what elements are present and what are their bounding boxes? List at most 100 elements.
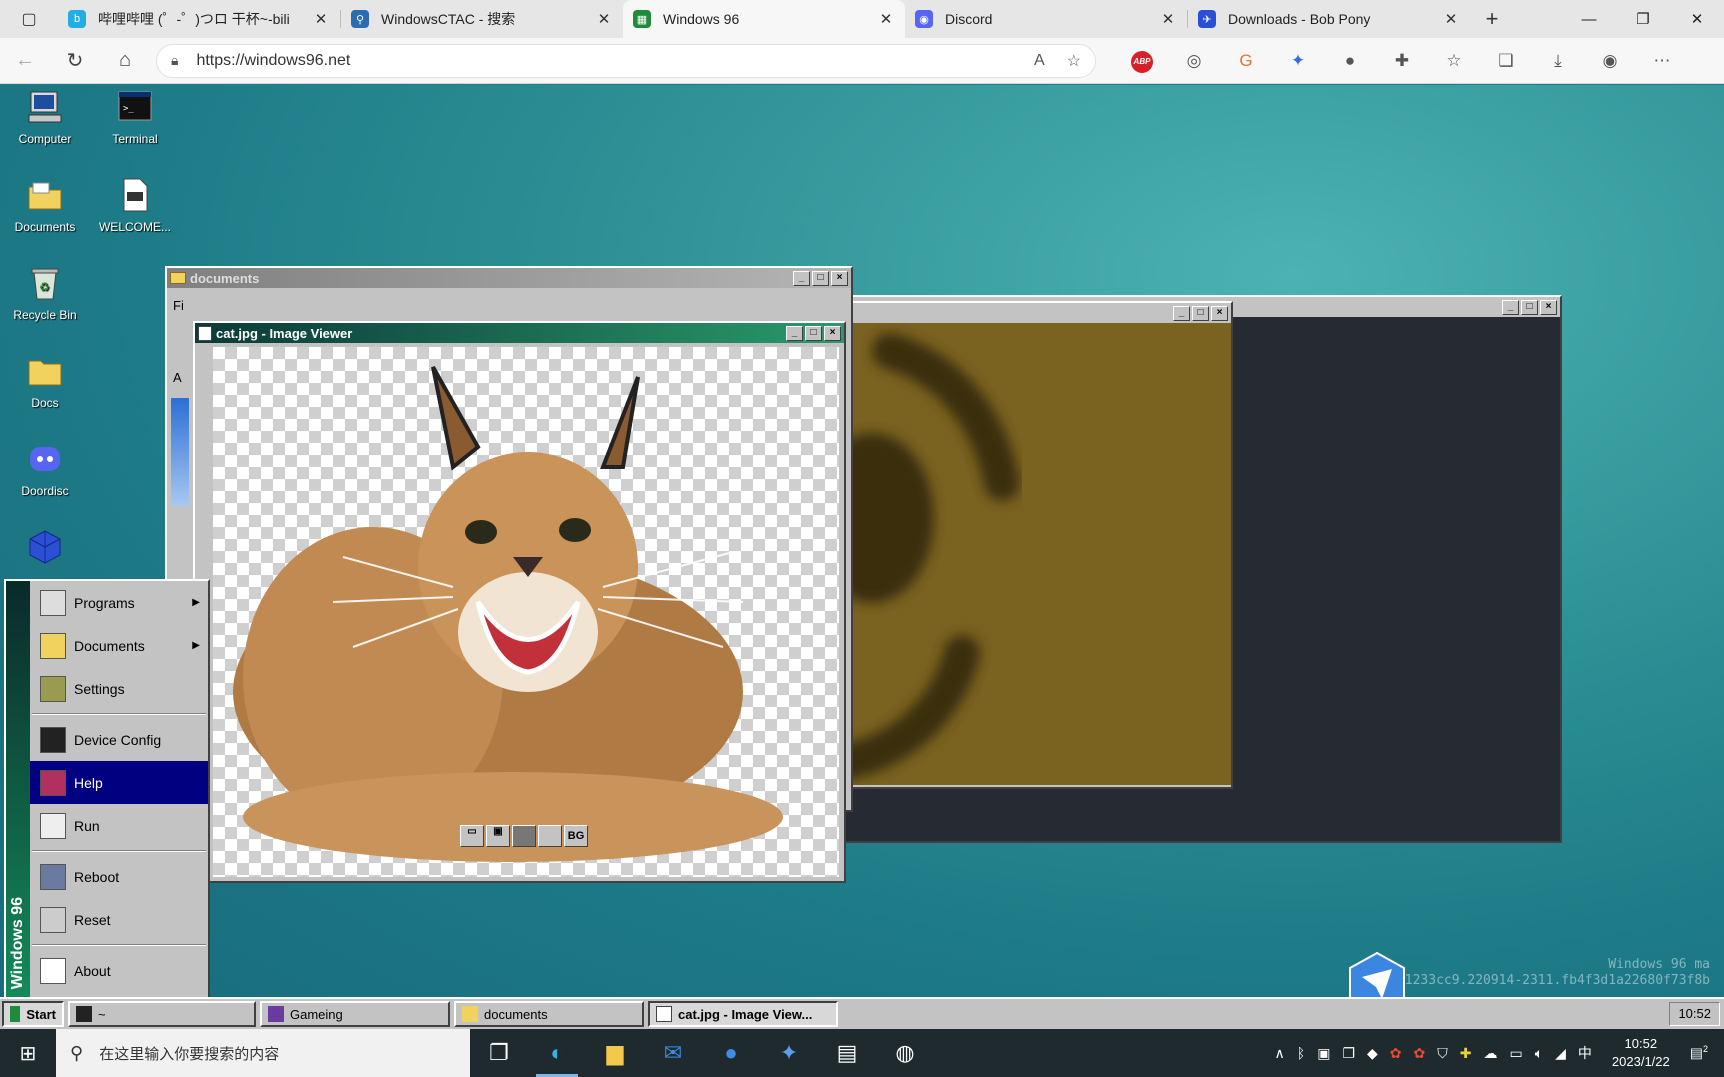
start-item-reset[interactable]: Reset <box>30 898 208 941</box>
task-view-icon[interactable]: ❐ <box>470 1029 528 1077</box>
start-item-settings[interactable]: Settings <box>30 667 208 710</box>
fit-image-button[interactable]: ▭ <box>460 825 484 847</box>
windows-start-icon[interactable]: ⊞ <box>0 1041 56 1066</box>
desktop-icon-terminal[interactable]: >_ Terminal <box>90 89 180 146</box>
tab-discord[interactable]: ◉ Discord ✕ <box>905 0 1187 38</box>
start-button[interactable]: Start <box>2 1001 64 1027</box>
maximize-button[interactable]: □ <box>805 325 822 341</box>
read-aloud-icon[interactable]: A <box>1034 52 1045 70</box>
desktop-icon-cube[interactable] <box>0 529 90 572</box>
downloads-icon[interactable]: ⤓ <box>1532 51 1584 71</box>
tray-app-icon[interactable]: ✿ <box>1414 1045 1426 1062</box>
start-item-about[interactable]: About <box>30 949 208 992</box>
volume-icon[interactable]: 🔈︎ <box>1535 1045 1543 1062</box>
minimize-button[interactable]: _ <box>793 270 810 286</box>
start-item-programs[interactable]: Programs ▶ <box>30 581 208 624</box>
dark-checker-button[interactable] <box>512 825 536 847</box>
app-icon[interactable]: ▤ <box>818 1029 876 1077</box>
desktop-icon-welcome[interactable]: WELCOME... <box>90 177 180 234</box>
extension-icon[interactable]: ● <box>1324 51 1376 71</box>
actual-size-button[interactable]: ▣ <box>486 825 510 847</box>
start-item-reboot[interactable]: Reboot <box>30 855 208 898</box>
back-icon[interactable]: ← <box>0 49 50 72</box>
file-explorer-icon[interactable]: ▆ <box>586 1029 644 1077</box>
ime-indicator[interactable]: 中 <box>1578 1043 1592 1063</box>
tray-app-icon[interactable]: ✚ <box>1460 1045 1472 1062</box>
close-button[interactable]: × <box>1211 305 1228 321</box>
lock-icon[interactable]: 🔒︎ <box>171 52 178 69</box>
maximize-button[interactable]: □ <box>812 270 829 286</box>
url-text[interactable]: https://windows96.net <box>196 52 1012 70</box>
new-tab-button[interactable]: + <box>1470 0 1514 38</box>
favorites-icon[interactable]: ☆ <box>1428 51 1480 71</box>
restore-icon[interactable]: ❐ <box>1616 0 1670 38</box>
edge-browser-icon[interactable]: ◐ <box>528 1029 586 1077</box>
background-button[interactable]: BG <box>564 825 588 847</box>
os-search-box[interactable]: ⚲ 在这里输入你要搜索的内容 <box>56 1029 470 1077</box>
documents-menu[interactable]: Fi <box>173 298 184 313</box>
notification-center-icon[interactable]: ▤2 <box>1690 1044 1708 1062</box>
tray-overflow-icon[interactable]: ∧ <box>1275 1045 1285 1062</box>
tab-bilibili[interactable]: b 哔哩哔哩 (゜-゜)つロ 干杯~-bili ✕ <box>58 0 340 38</box>
add-favorite-icon[interactable]: ☆ <box>1067 51 1081 71</box>
minimize-button[interactable]: _ <box>1502 299 1519 315</box>
image-viewer-window[interactable]: cat.jpg - Image Viewer _ □ × ▭ ▣ BG <box>193 321 846 883</box>
close-tab-icon[interactable]: ✕ <box>312 10 330 28</box>
security-icon[interactable]: ⛉ <box>1437 1045 1448 1062</box>
taskbar-button-image-viewer[interactable]: cat.jpg - Image View... <box>648 1001 838 1027</box>
tab-windows96[interactable]: ▦ Windows 96 ✕ <box>623 0 905 38</box>
bird-app-icon[interactable]: ✦ <box>760 1029 818 1077</box>
onedrive-icon[interactable]: ☁ <box>1483 1045 1497 1062</box>
taskbar-button-documents[interactable]: documents <box>454 1001 644 1027</box>
close-button[interactable]: × <box>831 270 848 286</box>
network-icon[interactable]: ◢ <box>1555 1045 1566 1062</box>
more-menu-icon[interactable]: ⋯ <box>1636 51 1688 71</box>
maximize-button[interactable]: □ <box>1521 299 1538 315</box>
start-item-documents[interactable]: Documents ▶ <box>30 624 208 667</box>
battery-icon[interactable]: ▭ <box>1509 1045 1522 1062</box>
close-tab-icon[interactable]: ✕ <box>1442 10 1460 28</box>
start-item-help[interactable]: Help <box>30 761 208 804</box>
desktop-icon-documents[interactable]: Documents <box>0 177 90 234</box>
close-button[interactable]: × <box>824 325 841 341</box>
extensions-puzzle-icon[interactable]: ✚ <box>1376 51 1428 71</box>
os-clock[interactable]: 10:52 2023/1/22 <box>1612 1035 1670 1071</box>
tray-app-icon[interactable]: ▣ <box>1317 1045 1330 1062</box>
close-tab-icon[interactable]: ✕ <box>595 10 613 28</box>
tab-bobpony[interactable]: ✈ Downloads - Bob Pony ✕ <box>1188 0 1470 38</box>
start-item-device-config[interactable]: Device Config <box>30 718 208 761</box>
grammarly-icon[interactable]: G <box>1220 51 1272 71</box>
extension-icon[interactable]: ◎ <box>1168 51 1220 71</box>
start-item-run[interactable]: Run <box>30 804 208 847</box>
documents-address[interactable]: A <box>173 370 182 385</box>
address-bar[interactable]: 🔒︎ https://windows96.net A ☆ <box>156 43 1096 78</box>
desktop-icon-doordisc[interactable]: Doordisc <box>0 441 90 498</box>
minimize-button[interactable]: _ <box>786 325 803 341</box>
globe-app-icon[interactable]: ◍ <box>876 1029 934 1077</box>
tab-actions-icon[interactable]: ▢ <box>0 0 58 38</box>
close-tab-icon[interactable]: ✕ <box>877 10 895 28</box>
documents-titlebar[interactable]: documents _ □ × <box>167 268 851 288</box>
tab-windowsctac[interactable]: ⚲ WindowsCTAC - 搜索 ✕ <box>341 0 623 38</box>
maximize-button[interactable]: □ <box>1192 305 1209 321</box>
bluetooth-icon[interactable]: ᛒ <box>1297 1045 1305 1061</box>
taskbar-button-terminal[interactable]: ~ <box>68 1001 256 1027</box>
home-icon[interactable]: ⌂ <box>100 49 150 72</box>
image-viewer-titlebar[interactable]: cat.jpg - Image Viewer _ □ × <box>195 323 844 343</box>
app-icon[interactable]: ● <box>702 1029 760 1077</box>
refresh-icon[interactable]: ↻ <box>50 48 100 73</box>
desktop-icon-computer[interactable]: Computer <box>0 89 90 146</box>
minimize-button[interactable]: _ <box>1173 305 1190 321</box>
tray-app-icon[interactable]: ✿ <box>1390 1045 1402 1062</box>
desktop-icon-docs[interactable]: Docs <box>0 353 90 410</box>
profile-avatar-icon[interactable]: ◉ <box>1584 51 1636 71</box>
bird-extension-icon[interactable]: ✦ <box>1272 51 1324 71</box>
close-button[interactable]: × <box>1540 299 1557 315</box>
close-window-icon[interactable]: ✕ <box>1670 0 1724 38</box>
minimize-icon[interactable]: — <box>1562 0 1616 38</box>
tray-app-icon[interactable]: ❐ <box>1342 1045 1355 1062</box>
taskbar-button-gameing[interactable]: Gameing <box>260 1001 450 1027</box>
close-tab-icon[interactable]: ✕ <box>1159 10 1177 28</box>
desktop-icon-recycle-bin[interactable]: ♻ Recycle Bin <box>0 265 90 322</box>
collections-icon[interactable]: ❏ <box>1480 51 1532 71</box>
